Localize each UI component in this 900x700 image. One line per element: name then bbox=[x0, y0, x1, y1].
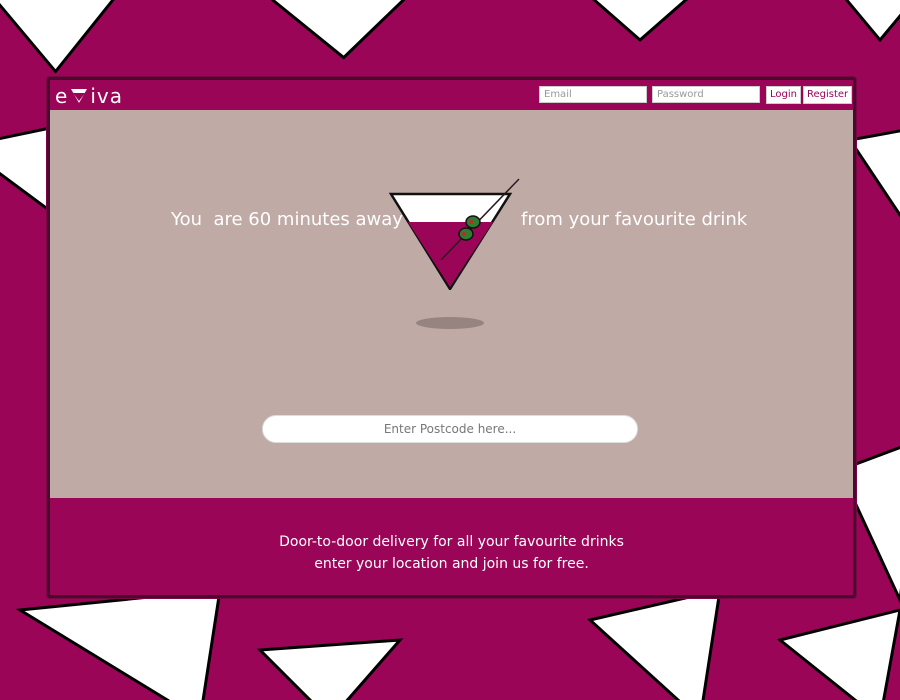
postcode-search-input[interactable] bbox=[262, 415, 638, 443]
footer-section: Door-to-door delivery for all your favou… bbox=[50, 498, 853, 595]
logo-text-left: e bbox=[55, 84, 69, 108]
login-button[interactable]: Login bbox=[766, 86, 801, 104]
brand-logo[interactable]: e iva bbox=[55, 83, 123, 109]
footer-line-1: Door-to-door delivery for all your favou… bbox=[279, 534, 624, 550]
logo-triangle-icon bbox=[71, 89, 88, 103]
app-window: e iva Login Register You are 60 minutes … bbox=[47, 77, 856, 598]
email-field[interactable] bbox=[539, 86, 647, 103]
hero-section: You are 60 minutes away from your favour… bbox=[50, 110, 853, 498]
top-navigation-bar: e iva Login Register bbox=[50, 80, 853, 110]
martini-glass-icon bbox=[389, 178, 520, 290]
register-button[interactable]: Register bbox=[803, 86, 853, 104]
hero-text-left: You are 60 minutes away bbox=[171, 209, 403, 230]
glass-shadow bbox=[416, 317, 484, 329]
password-field[interactable] bbox=[652, 86, 760, 103]
logo-text-right: iva bbox=[90, 84, 123, 108]
footer-line-2: enter your location and join us for free… bbox=[314, 556, 589, 572]
hero-text-right: from your favourite drink bbox=[521, 209, 748, 230]
